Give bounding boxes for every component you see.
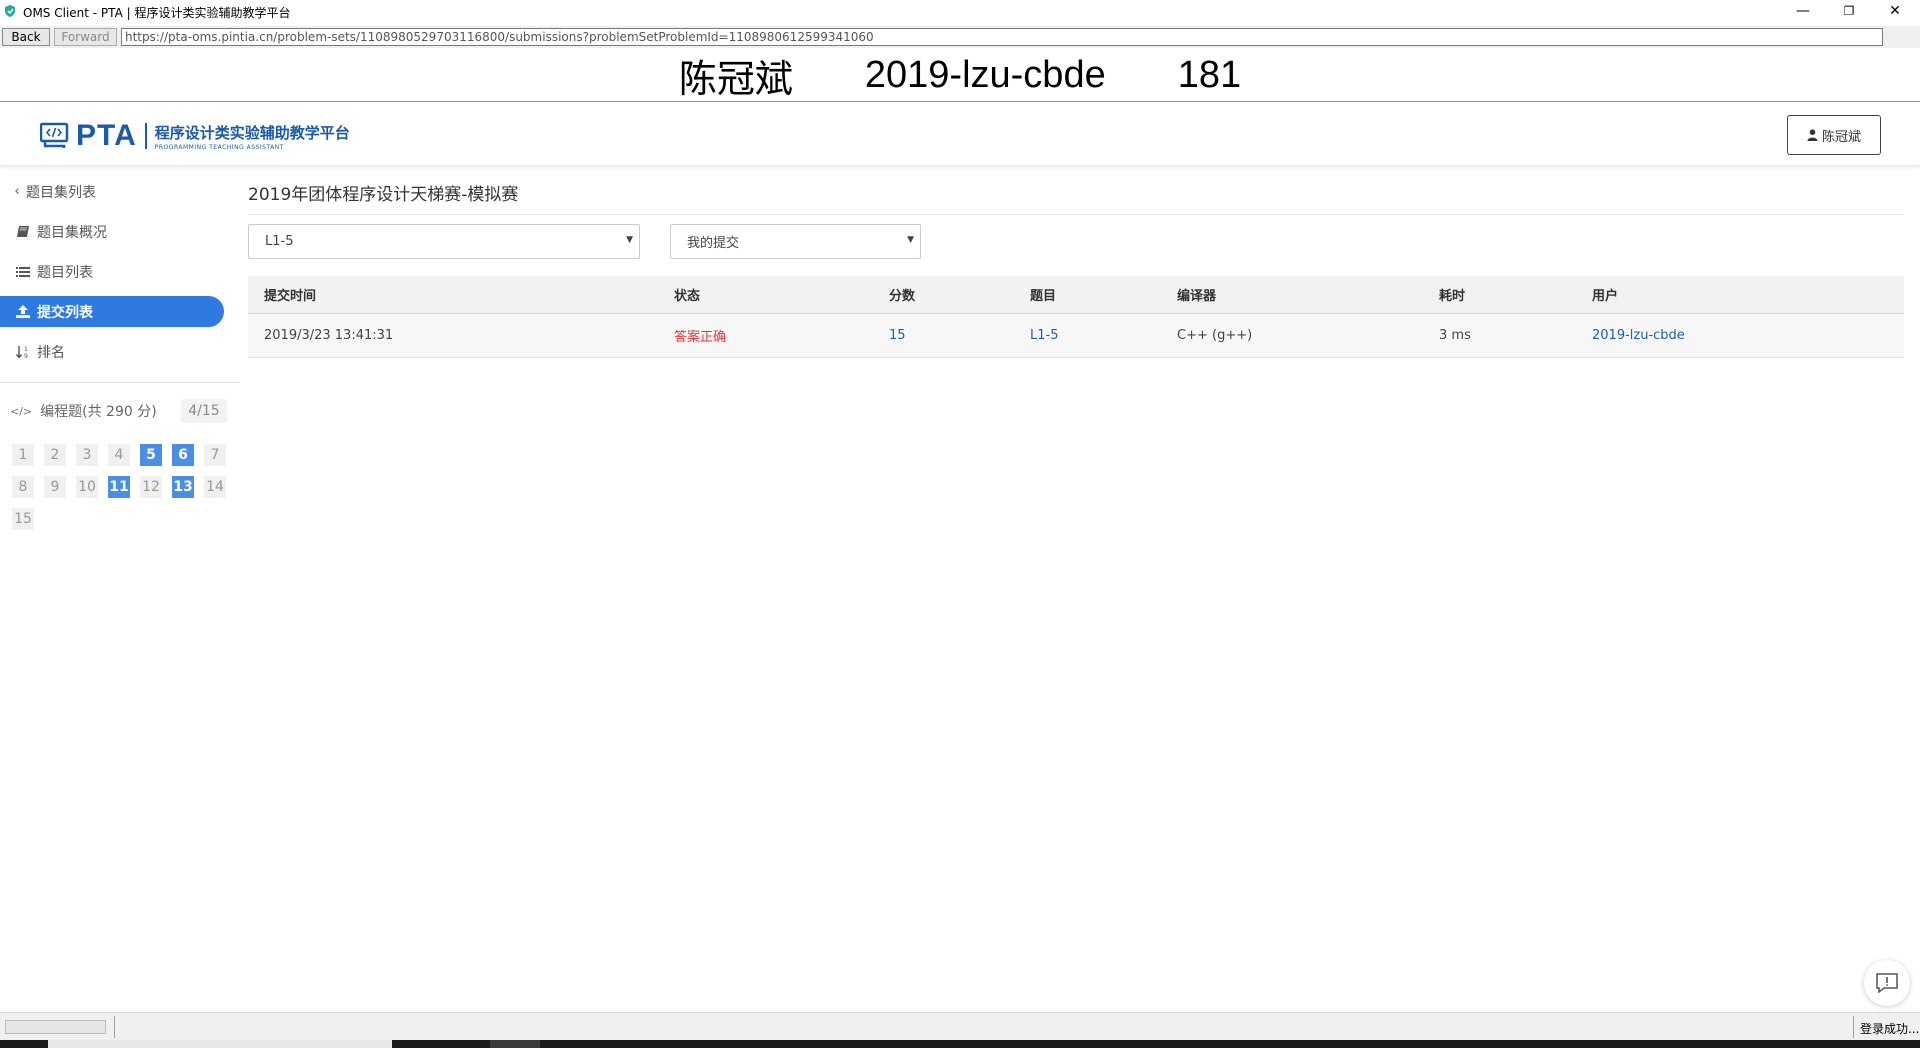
scope-select[interactable]: 我的提交 ▼: [670, 224, 921, 259]
submissions-table: 提交时间 状态 分数 题目 编译器 耗时 用户 2019/3/23 13:41:…: [248, 276, 1904, 358]
sidebar-item-label: 题目列表: [37, 264, 93, 281]
book-icon: [17, 226, 29, 237]
exam-banner: 陈冠斌 2019-lzu-cbde 181: [0, 50, 1920, 102]
problem-number-4[interactable]: 4: [108, 444, 130, 466]
list-icon: [16, 266, 30, 277]
user-menu-button[interactable]: 陈冠斌: [1787, 115, 1881, 155]
back-to-problem-sets-label: 题目集列表: [26, 184, 96, 201]
problem-number-10[interactable]: 10: [76, 476, 98, 498]
sidebar-item-overview[interactable]: 题目集概况: [0, 216, 224, 247]
column-header-status: 状态: [674, 289, 701, 304]
pta-logo-icon: [40, 122, 69, 148]
app-shield-icon: [5, 5, 15, 17]
taskbar-app[interactable]: [490, 1040, 540, 1048]
sidebar-item-submissions[interactable]: 提交列表: [0, 296, 224, 327]
feedback-icon: [1876, 973, 1898, 994]
problem-number-6[interactable]: 6: [172, 444, 194, 466]
restore-button[interactable]: ❐: [1826, 0, 1872, 22]
sidebar-divider: [0, 382, 240, 383]
logo-english-subtitle: PROGRAMMING TEACHING ASSISTANT: [154, 143, 284, 151]
minimize-button[interactable]: —: [1780, 0, 1826, 22]
problem-number-8[interactable]: 8: [12, 476, 34, 498]
column-header-problem: 题目: [1030, 289, 1057, 304]
problem-select-value: L1-5: [265, 234, 294, 249]
submission-elapsed: 3 ms: [1439, 328, 1471, 343]
column-header-user: 用户: [1592, 289, 1619, 304]
caret-down-icon: ▼: [907, 235, 914, 245]
logo-wordmark: PTA: [76, 119, 137, 152]
pta-logo[interactable]: PTA 程序设计类实验辅助教学平台 PROGRAMMING TEACHING A…: [40, 119, 350, 153]
problem-number-1[interactable]: 1: [12, 444, 34, 466]
statusbar-divider: [114, 1016, 115, 1038]
load-progress-bar: [5, 1020, 106, 1034]
banner-account: 2019-lzu-cbde: [864, 54, 1106, 96]
sort-icon: 1 9: [15, 345, 28, 359]
status-bar: 登录成功...: [0, 1012, 1920, 1040]
chevron-left-icon: ‹: [14, 184, 20, 199]
problem-number-13[interactable]: 13: [172, 476, 194, 498]
page-title: 2019年团体程序设计天梯赛-模拟赛: [248, 185, 519, 205]
os-taskbar: [0, 1040, 1920, 1048]
svg-text:1: 1: [24, 346, 28, 353]
svg-text:9: 9: [24, 353, 28, 359]
problem-number-11[interactable]: 11: [108, 476, 130, 498]
sidebar-item-label: 题目集概况: [37, 224, 107, 241]
table-header: 提交时间 状态 分数 题目 编译器 耗时 用户: [248, 276, 1904, 314]
caret-down-icon: ▼: [626, 235, 633, 245]
problem-number-3[interactable]: 3: [76, 444, 98, 466]
sidebar-item-label: 排名: [37, 344, 65, 361]
status-text: 登录成功...: [1860, 1022, 1920, 1036]
programming-problems-header: </> 编程题(共 290 分): [10, 401, 157, 421]
navigation-bar: Back Forward https://pta-oms.pintia.cn/p…: [0, 26, 1920, 48]
code-icon: </>: [10, 404, 33, 418]
submission-score[interactable]: 15: [889, 314, 906, 357]
sidebar-item-label: 提交列表: [37, 304, 93, 321]
statusbar-divider: [1853, 1016, 1854, 1038]
upload-icon: [16, 305, 30, 318]
taskbar-search-box[interactable]: [48, 1040, 392, 1048]
banner-number: 181: [1177, 54, 1242, 96]
programming-problems-label: 编程题(共 290 分): [40, 404, 157, 420]
back-to-problem-sets-link[interactable]: ‹ 题目集列表: [12, 176, 236, 207]
window-title: OMS Client - PTA | 程序设计类实验辅助教学平台: [23, 6, 291, 20]
solved-progress: 4/15: [181, 399, 227, 423]
user-icon: [1807, 129, 1818, 141]
problem-number-14[interactable]: 14: [204, 476, 226, 498]
logo-chinese-title: 程序设计类实验辅助教学平台: [154, 123, 350, 142]
window-titlebar: OMS Client - PTA | 程序设计类实验辅助教学平台 — ❐ ✕: [0, 0, 1920, 24]
user-name: 陈冠斌: [1821, 129, 1861, 145]
submission-time: 2019/3/23 13:41:31: [264, 328, 394, 343]
column-header-compiler: 编译器: [1177, 289, 1217, 304]
column-header-score: 分数: [889, 289, 916, 304]
problem-number-12[interactable]: 12: [140, 476, 162, 498]
banner-name: 陈冠斌: [678, 59, 793, 101]
problem-number-9[interactable]: 9: [44, 476, 66, 498]
problem-select[interactable]: L1-5 ▼: [248, 224, 640, 259]
table-row[interactable]: 2019/3/23 13:41:31 答案正确 15 L1-5 C++ (g++…: [248, 314, 1904, 358]
submission-compiler: C++ (g++): [1177, 328, 1253, 343]
submission-user-link[interactable]: 2019-lzu-cbde: [1592, 314, 1685, 357]
problem-number-7[interactable]: 7: [204, 444, 226, 466]
problem-number-5[interactable]: 5: [140, 444, 162, 466]
logo-divider: [144, 123, 147, 149]
column-header-elapsed: 耗时: [1439, 289, 1466, 304]
close-button[interactable]: ✕: [1872, 0, 1918, 22]
problem-number-2[interactable]: 2: [44, 444, 66, 466]
column-header-time: 提交时间: [264, 289, 317, 304]
feedback-button[interactable]: [1864, 960, 1910, 1006]
problem-number-15[interactable]: 15: [12, 508, 34, 530]
scope-select-value: 我的提交: [687, 236, 740, 251]
forward-button[interactable]: Forward: [54, 28, 117, 46]
address-bar[interactable]: https://pta-oms.pintia.cn/problem-sets/1…: [121, 28, 1883, 46]
submission-status[interactable]: 答案正确: [674, 314, 726, 357]
title-divider: [248, 214, 1904, 215]
sidebar-item-ranking[interactable]: 1 9 排名: [0, 336, 224, 367]
site-header: PTA 程序设计类实验辅助教学平台 PROGRAMMING TEACHING A…: [0, 103, 1920, 166]
sidebar-item-problem-list[interactable]: 题目列表: [0, 256, 224, 287]
back-button[interactable]: Back: [2, 28, 50, 46]
submission-problem-link[interactable]: L1-5: [1030, 314, 1058, 357]
